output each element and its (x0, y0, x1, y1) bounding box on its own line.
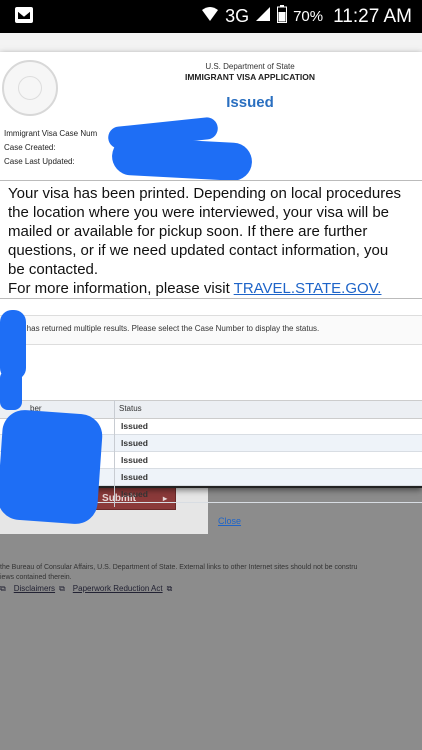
redaction-mark (0, 408, 104, 526)
footer-line-2: iews contained therein. (0, 574, 72, 581)
signal-icon (255, 6, 271, 27)
more-info-prefix: For more information, please visit (8, 280, 234, 297)
battery-icon (277, 5, 288, 28)
message-line: the location where you were interviewed,… (8, 204, 390, 221)
case-number-label: Immigrant Visa Case Num (4, 129, 98, 138)
android-status-bar: 3G 70% 11:27 AM (0, 0, 422, 33)
row-status: Issued (121, 472, 148, 482)
row-status: Issued (121, 421, 148, 431)
status-message: Your visa has been printed. Depending on… (0, 180, 422, 299)
status-modal: U.S. Department of State IMMIGRANT VISA … (0, 52, 422, 526)
footer-text: the Bureau of Consular Affairs, U.S. Dep… (0, 563, 422, 583)
network-type: 3G (225, 6, 250, 26)
column-divider (114, 400, 115, 507)
message-line: be contacted. (8, 261, 99, 278)
battery-percent: 70% (293, 8, 324, 25)
wifi-icon (201, 6, 219, 27)
paperwork-reduction-link[interactable]: Paperwork Reduction Act (73, 584, 163, 594)
message-line: Your visa has been printed. Depending on… (8, 185, 402, 202)
case-updated-label: Case Last Updated: (4, 157, 75, 166)
external-link-icon: ⧉ (0, 584, 6, 593)
redaction-mark (111, 136, 253, 182)
application-title: IMMIGRANT VISA APPLICATION (184, 72, 315, 82)
message-line: mailed or available for pickup soon. If … (8, 223, 368, 240)
external-link-icon: ⧉ (166, 584, 173, 593)
more-info-line: For more information, please visit TRAVE… (8, 280, 381, 297)
travel-state-gov-link[interactable]: TRAVEL.STATE.GOV. (234, 280, 382, 297)
case-created-label: Case Created: (4, 143, 56, 152)
row-status: Issued (121, 489, 148, 499)
row-status: Issued (121, 455, 148, 465)
footer-links: ⧉ Disclaimers ⧉ Paperwork Reduction Act … (0, 584, 180, 594)
disclaimers-link[interactable]: Disclaimers (14, 584, 55, 594)
search-result-notice: ch has returned multiple results. Please… (16, 324, 320, 333)
external-link-icon: ⧉ (59, 584, 65, 593)
redaction-mark (0, 370, 22, 410)
row-status: Issued (121, 438, 148, 448)
footer-line-1: the Bureau of Consular Affairs, U.S. Dep… (0, 564, 358, 571)
close-link[interactable]: Close (218, 516, 241, 526)
department-name: U.S. Department of State (205, 62, 295, 71)
state-department-seal-icon (2, 60, 58, 116)
message-line: questions, or if we need updated contact… (8, 242, 389, 259)
mail-icon (14, 6, 34, 29)
column-header-status: Status (119, 404, 142, 413)
visa-status-title: Issued (226, 94, 274, 111)
clock: 11:27 AM (333, 5, 412, 27)
